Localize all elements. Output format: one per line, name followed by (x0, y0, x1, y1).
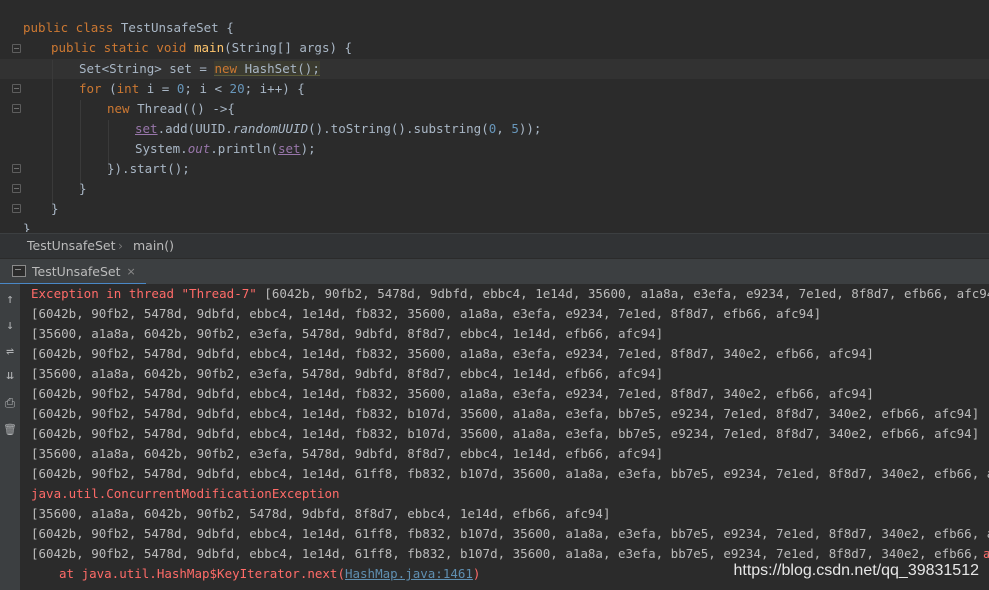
soft-wrap-icon[interactable]: ⇌ (0, 342, 20, 362)
keyword: int (116, 81, 140, 96)
code-text: , (496, 121, 512, 136)
variable-ref: set (135, 121, 158, 136)
static-field: out (187, 141, 211, 156)
console-line: [35600, a1a8a, 6042b, 90fb2, 5478d, 9dbf… (31, 506, 611, 521)
code-line-11[interactable]: } (23, 219, 31, 232)
code-text: System. (135, 141, 188, 156)
number-literal: 5 (511, 121, 519, 136)
class-name: TestUnsafeSet (120, 20, 219, 35)
console-icon (12, 265, 26, 277)
up-arrow-icon[interactable]: ↑ (0, 290, 20, 310)
keyword: for (79, 81, 102, 96)
fold-marker-icon[interactable] (12, 184, 21, 193)
stack-frame-text: at java.util.HashMap$KeyIterator.next( (59, 566, 345, 581)
console-line: Exception in thread "Thread-7" [6042b, 9… (31, 284, 989, 304)
indent-guide (80, 100, 81, 190)
code-text: { (218, 20, 234, 35)
watermark: https://blog.csdn.net/qq_39831512 (733, 562, 979, 579)
fold-marker-icon[interactable] (12, 104, 21, 113)
keyword: new (107, 101, 130, 116)
number-literal: 20 (229, 81, 245, 96)
code-editor[interactable]: public class TestUnsafeSet { public stat… (0, 0, 989, 232)
console-line: [35600, a1a8a, 6042b, 90fb2, e3efa, 5478… (31, 446, 664, 461)
console-text: [6042b, 90fb2, 5478d, 9dbfd, ebbc4, 1e14… (256, 286, 989, 301)
console-output[interactable]: Exception in thread "Thread-7" [6042b, 9… (20, 284, 989, 590)
console-line: [6042b, 90fb2, 5478d, 9dbfd, ebbc4, 1e14… (31, 346, 874, 361)
console-line: [6042b, 90fb2, 5478d, 9dbfd, ebbc4, 1e14… (31, 546, 989, 561)
code-text: Thread(() ->{ (129, 101, 235, 116)
code-line-8[interactable]: }).start(); (107, 159, 190, 179)
code-line-5[interactable]: new Thread(() ->{ (107, 99, 235, 119)
code-line-7[interactable]: System.out.println(set); (135, 139, 316, 159)
code-text: ; i++) { (244, 81, 305, 96)
code-line-3[interactable]: Set<String> set = new HashSet(); (79, 59, 320, 79)
tab-label: TestUnsafeSet (32, 263, 121, 279)
code-line-4[interactable]: for (int i = 0; i < 20; i++) { (79, 79, 305, 99)
keyword: public class (23, 20, 121, 35)
run-tool-window-header: TestUnsafeSet × (0, 258, 989, 285)
keyword: public static void (51, 40, 194, 55)
code-line-10[interactable]: } (51, 199, 59, 219)
console-line: [35600, a1a8a, 6042b, 90fb2, e3efa, 5478… (31, 326, 664, 341)
method-name: main (194, 40, 225, 55)
console-line: [6042b, 90fb2, 5478d, 9dbfd, ebbc4, 1e14… (31, 466, 989, 481)
class-name: HashSet (237, 61, 298, 76)
down-arrow-icon[interactable]: ↓ (0, 316, 20, 336)
code-text: ); (300, 141, 316, 156)
console-overflow-fragment: a (983, 546, 989, 561)
code-text: )); (518, 121, 542, 136)
code-text: ().toString().substring( (308, 121, 489, 136)
fold-marker-icon[interactable] (12, 84, 21, 93)
code-line-2[interactable]: public static void main(String[] args) { (51, 38, 352, 58)
code-text: Set<String> set = (79, 61, 215, 76)
breadcrumb-separator: › (118, 238, 123, 253)
print-icon[interactable]: ⎙ (0, 394, 20, 414)
stack-frame-text: ) (472, 566, 481, 581)
code-text: .add(UUID. (157, 121, 233, 136)
tab-run-config[interactable]: TestUnsafeSet × (0, 259, 146, 285)
code-text: (); (297, 61, 320, 76)
stack-trace-line: at java.util.HashMap$KeyIterator.next(Ha… (59, 564, 480, 584)
exception-text: Exception in thread "Thread-7" (31, 286, 257, 301)
close-icon[interactable]: × (126, 265, 135, 278)
console-line: [35600, a1a8a, 6042b, 90fb2, e3efa, 5478… (31, 366, 664, 381)
console-line: [6042b, 90fb2, 5478d, 9dbfd, ebbc4, 1e14… (31, 426, 980, 441)
fold-marker-icon[interactable] (12, 164, 21, 173)
source-link[interactable]: HashMap.java:1461 (345, 566, 473, 581)
code-line-1[interactable]: public class TestUnsafeSet { (23, 18, 234, 38)
scroll-to-end-icon[interactable]: ⇊ (0, 366, 20, 386)
static-method: randomUUID (232, 121, 309, 136)
breadcrumb: TestUnsafeSet › main() (0, 233, 989, 258)
breadcrumb-method[interactable]: main() (133, 238, 174, 253)
fold-marker-icon[interactable] (12, 204, 21, 213)
code-text: ; i < (184, 81, 230, 96)
keyword: new (214, 61, 238, 76)
indent-guide (52, 60, 53, 210)
code-line-6[interactable]: set.add(UUID.randomUUID().toString().sub… (135, 119, 541, 139)
variable-ref: set (278, 141, 301, 156)
console-line: [6042b, 90fb2, 5478d, 9dbfd, ebbc4, 1e14… (31, 406, 980, 421)
code-text: ( (101, 81, 117, 96)
code-line-9[interactable]: } (79, 179, 87, 199)
trash-icon[interactable]: 🗑 (0, 420, 20, 440)
breadcrumb-class[interactable]: TestUnsafeSet (27, 238, 115, 253)
code-text: .println( (210, 141, 278, 156)
exception-line: java.util.ConcurrentModificationExceptio… (31, 486, 340, 501)
fold-marker-icon[interactable] (12, 44, 21, 53)
code-text: i = (139, 81, 177, 96)
console-toolbar: ↑ ↓ ⇌ ⇊ ⎙ 🗑 (0, 284, 20, 590)
console-line: [6042b, 90fb2, 5478d, 9dbfd, ebbc4, 1e14… (31, 526, 989, 541)
console-line: [6042b, 90fb2, 5478d, 9dbfd, ebbc4, 1e14… (31, 386, 874, 401)
code-text: (String[] args) { (224, 40, 353, 55)
console-line: [6042b, 90fb2, 5478d, 9dbfd, ebbc4, 1e14… (31, 306, 822, 321)
